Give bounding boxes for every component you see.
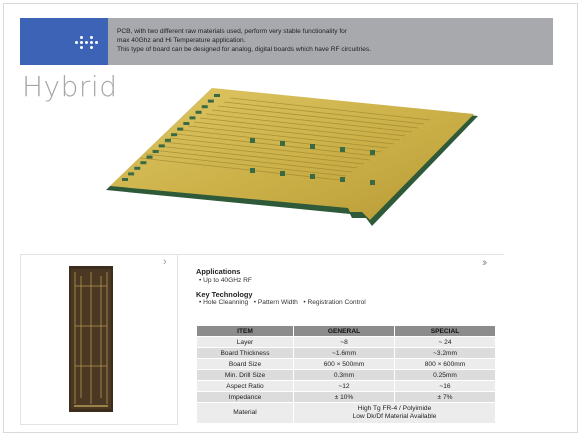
pcb-strip-image: [69, 266, 113, 412]
key-technology-list: • Hole Cleanning • Pattern Width • Regis…: [199, 299, 366, 306]
column-header-special: SPECIAL: [394, 325, 496, 337]
arrow-dots-icon: [75, 36, 99, 50]
spec-table: ITEM GENERAL SPECIAL Layer ~8 ~ 24 Board…: [196, 325, 496, 424]
material-line: Low Dk/Df Material Available: [352, 413, 437, 420]
banner-description: PCB, with two different raw materials us…: [117, 28, 371, 53]
table-row: Layer ~8 ~ 24: [196, 336, 496, 348]
table-row-material: Material High Tg FR-4 / Polyimide Low Dk…: [196, 402, 496, 424]
key-technology-heading: Key Technology: [196, 290, 253, 299]
table-row: Min. Drill Size 0.3mm 0.25mm: [196, 369, 496, 381]
column-header-general: GENERAL: [293, 325, 395, 337]
table-row: Aspect Ratio ~12 ~16: [196, 380, 496, 392]
table-row: Impedance ± 10% ± 7%: [196, 391, 496, 403]
table-header-row: ITEM GENERAL SPECIAL: [196, 325, 496, 337]
table-row: Board Thickness ~1.6mm ~3.2mm: [196, 347, 496, 359]
applications-heading: Applications: [196, 267, 241, 276]
double-chevron-right-icon[interactable]: ››: [482, 257, 488, 269]
banner-accent: [20, 18, 108, 65]
chevron-right-icon[interactable]: ›: [163, 256, 167, 268]
column-header-item: ITEM: [196, 325, 294, 337]
table-row: Board Size 600 × 500mm 800 × 600mm: [196, 358, 496, 370]
application-item: • Up to 40GHz RF: [199, 277, 252, 284]
material-line: High Tg FR-4 / Polyimide: [357, 405, 432, 412]
header-banner: PCB, with two different raw materials us…: [20, 18, 553, 65]
pcb-board-image: [106, 88, 478, 226]
